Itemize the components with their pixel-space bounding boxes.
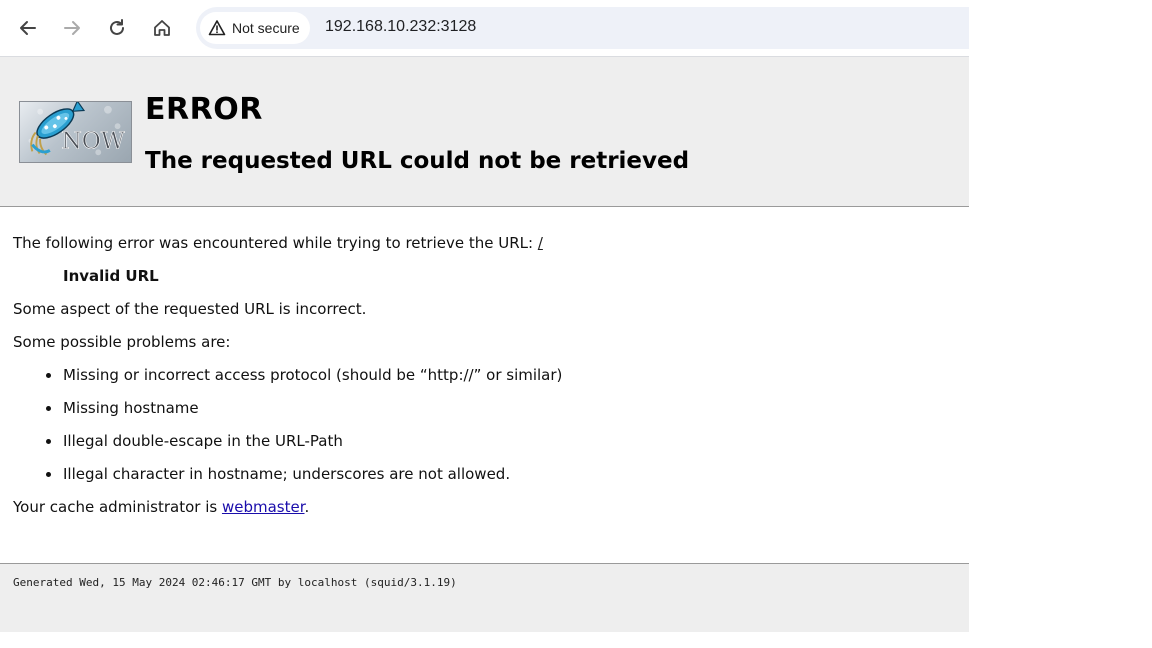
error-page: NOW ERROR The requested URL could not be… bbox=[0, 57, 969, 632]
security-label: Not secure bbox=[232, 20, 300, 36]
forward-icon bbox=[64, 21, 80, 35]
reload-icon bbox=[110, 19, 124, 35]
error-description: Some aspect of the requested URL is inco… bbox=[13, 300, 367, 318]
url-text[interactable]: 192.168.10.232:3128 bbox=[325, 18, 476, 36]
warning-icon bbox=[208, 20, 226, 36]
admin-suffix: . bbox=[304, 498, 310, 516]
forward-button[interactable] bbox=[56, 12, 88, 44]
error-name: Invalid URL bbox=[63, 267, 159, 285]
bullet-marker bbox=[46, 373, 51, 378]
footer-text: Generated Wed, 15 May 2024 02:46:17 GMT … bbox=[13, 576, 457, 589]
title-section: NOW ERROR The requested URL could not be… bbox=[0, 57, 969, 207]
error-title: ERROR bbox=[145, 92, 263, 127]
squid-logo: NOW bbox=[19, 101, 132, 163]
admin-line: Your cache administrator is webmaster. bbox=[13, 498, 309, 516]
problems-heading: Some possible problems are: bbox=[13, 333, 231, 351]
bullet-marker bbox=[46, 472, 51, 477]
footer: Generated Wed, 15 May 2024 02:46:17 GMT … bbox=[0, 563, 969, 632]
intro-line: The following error was encountered whil… bbox=[13, 234, 543, 252]
home-icon bbox=[154, 20, 170, 36]
problem-item: Missing hostname bbox=[63, 399, 199, 417]
back-button[interactable] bbox=[12, 12, 44, 44]
error-subtitle: The requested URL could not be retrieved bbox=[145, 148, 690, 174]
intro-text: The following error was encountered whil… bbox=[13, 234, 538, 252]
problem-item: Illegal character in hostname; underscor… bbox=[63, 465, 511, 483]
logo-text: NOW bbox=[61, 127, 124, 154]
security-chip[interactable]: Not secure bbox=[200, 12, 310, 44]
bullet-marker bbox=[46, 406, 51, 411]
problem-item: Missing or incorrect access protocol (sh… bbox=[63, 366, 563, 384]
webmaster-link[interactable]: webmaster bbox=[222, 498, 305, 516]
reload-button[interactable] bbox=[101, 12, 133, 44]
bullet-marker bbox=[46, 439, 51, 444]
requested-url-link[interactable]: / bbox=[538, 234, 543, 252]
problem-item: Illegal double-escape in the URL-Path bbox=[63, 432, 343, 450]
browser-toolbar: Not secure 192.168.10.232:3128 bbox=[0, 0, 969, 57]
home-button[interactable] bbox=[146, 12, 178, 44]
address-bar[interactable]: Not secure 192.168.10.232:3128 bbox=[196, 7, 969, 49]
back-icon bbox=[20, 21, 36, 35]
admin-prefix: Your cache administrator is bbox=[13, 498, 222, 516]
